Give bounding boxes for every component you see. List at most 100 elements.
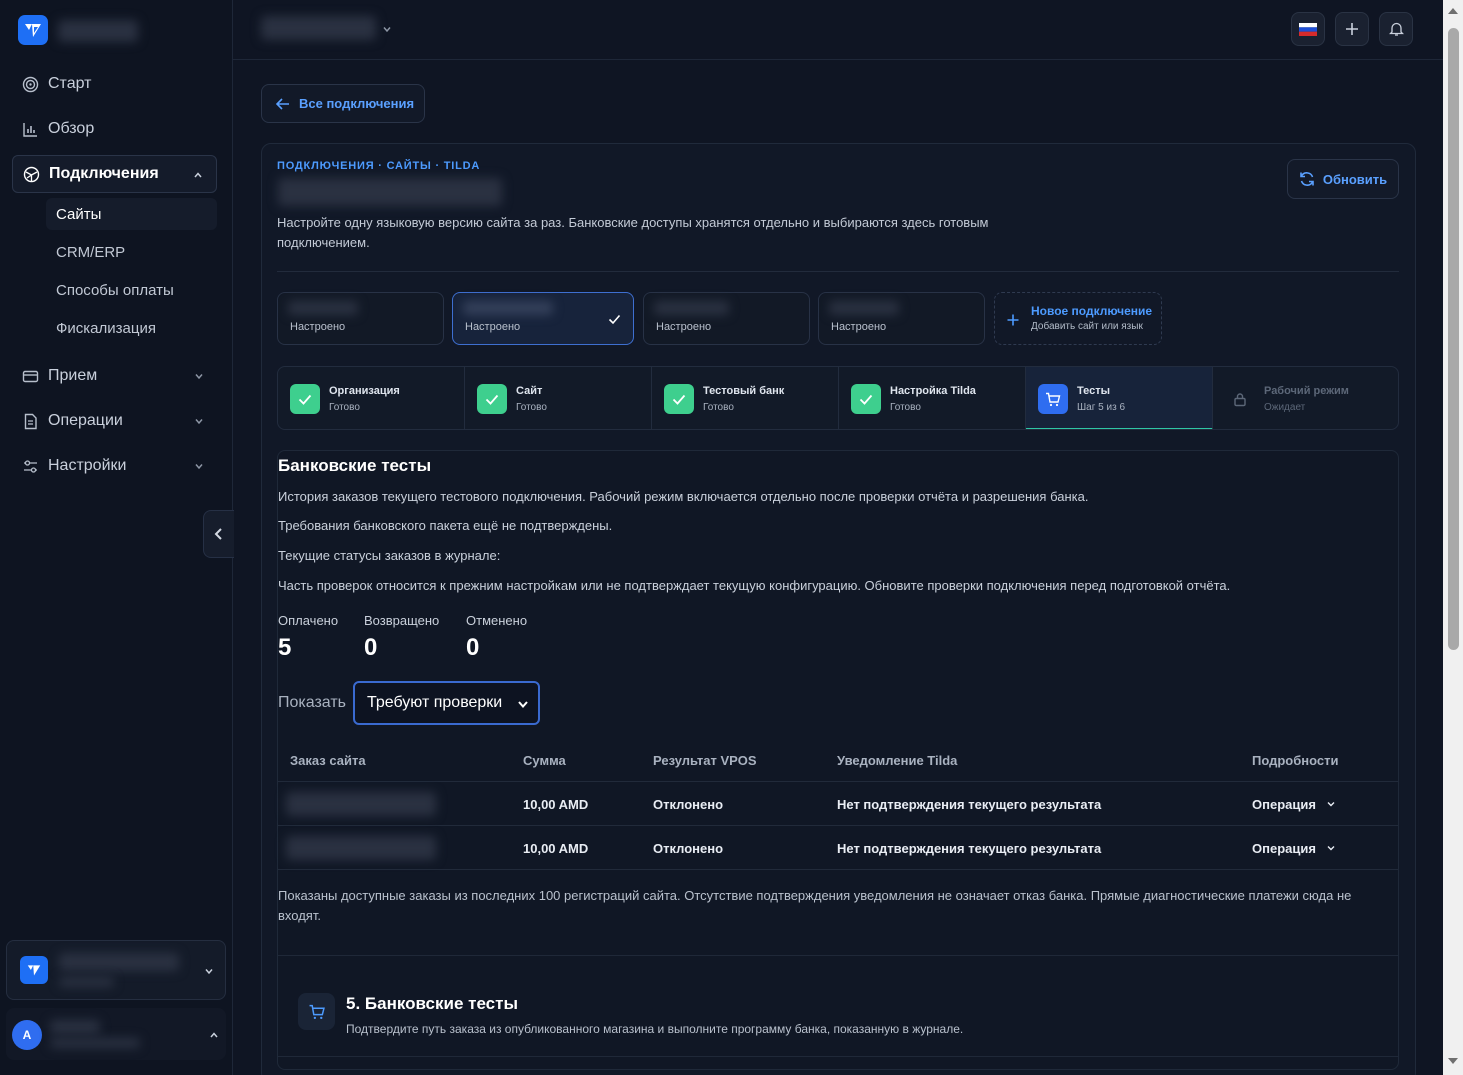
step-title: Организация xyxy=(329,385,400,397)
sidebar-item-fiscalization[interactable]: Фискализация xyxy=(46,312,217,344)
lock-icon xyxy=(1225,384,1255,414)
new-connection-button[interactable]: Новое подключение Добавить сайт или язык xyxy=(994,292,1162,345)
nav-settings[interactable]: Настройки xyxy=(12,447,217,485)
divider xyxy=(278,955,1398,956)
column-header: Результат VPOS xyxy=(653,753,757,768)
nav-start[interactable]: Старт xyxy=(12,65,217,103)
refresh-label: Обновить xyxy=(1322,171,1388,187)
nav-acceptance[interactable]: Прием xyxy=(12,357,217,395)
logo-icon xyxy=(25,24,41,37)
divider xyxy=(278,1056,1398,1057)
section-paragraph: Часть проверок относится к прежним настр… xyxy=(278,578,1231,593)
scroll-down-icon[interactable] xyxy=(1443,1054,1463,1068)
network-icon xyxy=(22,165,40,183)
add-button[interactable] xyxy=(1335,12,1369,46)
arrow-left-icon xyxy=(276,97,289,110)
divider xyxy=(277,271,1399,272)
step-status: Готово xyxy=(516,402,547,413)
step-title: Тестовый банк xyxy=(703,385,785,397)
table-row: 10,00 AMD Отклонено Нет подтверждения те… xyxy=(278,781,1398,825)
notifications-button[interactable] xyxy=(1379,12,1413,46)
sidebar-collapse-button[interactable] xyxy=(203,510,234,558)
sidebar-item-crm[interactable]: CRM/ERP xyxy=(46,236,217,268)
details-toggle[interactable]: Операция xyxy=(1252,841,1336,856)
step-organization[interactable]: Организация Готово xyxy=(278,367,465,429)
flag-ru-icon xyxy=(1299,22,1317,36)
connection-name-redacted xyxy=(288,301,358,315)
chevron-down-icon xyxy=(516,697,530,716)
plus-icon xyxy=(1007,313,1019,331)
nav-connections-label: Подключения xyxy=(49,165,159,182)
chevron-down-icon xyxy=(203,964,215,982)
amount-cell: 10,00 AMD xyxy=(523,797,589,812)
stat-refunded-value: 0 xyxy=(364,634,378,661)
language-button[interactable] xyxy=(1291,12,1325,46)
connection-card-selected[interactable]: Настроено xyxy=(452,292,634,345)
target-icon xyxy=(21,75,39,93)
page-scrollbar[interactable] xyxy=(1443,0,1463,1075)
filter-selected-value: Требуют проверки xyxy=(367,694,503,711)
filter-select[interactable]: Требуют проверки xyxy=(353,681,540,725)
step-title: Сайт xyxy=(516,385,543,397)
step-tilda-setup[interactable]: Настройка Tilda Готово xyxy=(839,367,1026,429)
refresh-icon xyxy=(1300,172,1314,186)
sliders-icon xyxy=(21,457,39,475)
plus-icon xyxy=(1346,23,1358,35)
connection-card[interactable]: Настроено xyxy=(643,292,810,345)
connection-card[interactable]: Настроено xyxy=(818,292,985,345)
user-email-redacted xyxy=(50,1038,140,1048)
chevron-down-icon xyxy=(193,414,205,432)
chevron-down-icon xyxy=(193,369,205,387)
account-sub-redacted xyxy=(59,977,114,987)
step-status: Ожидает xyxy=(1264,402,1306,413)
sidebar-item-payment-methods[interactable]: Способы оплаты xyxy=(46,274,217,306)
amount-cell: 10,00 AMD xyxy=(523,841,589,856)
sidebar-item-sites[interactable]: Сайты xyxy=(46,198,217,230)
check-icon xyxy=(851,384,881,414)
column-header: Заказ сайта xyxy=(290,753,366,768)
table-footnote: Показаны доступные заказы из последних 1… xyxy=(278,888,1352,923)
account-switcher[interactable] xyxy=(6,940,226,1000)
step-site[interactable]: Сайт Готово xyxy=(465,367,652,429)
section-paragraph: Текущие статусы заказов в журнале: xyxy=(278,548,501,563)
connection-name-redacted xyxy=(463,301,553,315)
user-menu[interactable]: A xyxy=(6,1008,226,1060)
step-tests[interactable]: Тесты Шаг 5 из 6 xyxy=(1026,367,1213,429)
nav-operations-label: Операции xyxy=(48,412,123,429)
scroll-thumb[interactable] xyxy=(1448,28,1459,650)
account-logo-icon xyxy=(20,956,48,984)
stat-cancelled-label: Отменено xyxy=(466,613,528,628)
tilda-notification-cell: Нет подтверждения текущего результата xyxy=(837,841,1102,856)
column-header: Подробности xyxy=(1252,753,1339,768)
scroll-up-icon[interactable] xyxy=(1443,4,1463,18)
chevron-down-icon[interactable] xyxy=(381,22,393,40)
check-icon xyxy=(477,384,507,414)
page-description: Настройте одну языковую версию сайта за … xyxy=(277,215,989,250)
refresh-button[interactable]: Обновить xyxy=(1287,159,1399,199)
step-status: Готово xyxy=(329,402,360,413)
project-selector-redacted[interactable] xyxy=(261,16,376,40)
nav-connections[interactable]: Подключения xyxy=(12,155,217,193)
breadcrumb: ПОДКЛЮЧЕНИЯ · САЙТЫ · TILDA xyxy=(277,160,481,172)
app-logo[interactable] xyxy=(18,15,48,45)
nav-overview[interactable]: Обзор xyxy=(12,110,217,148)
chevron-up-icon xyxy=(208,1028,220,1046)
details-toggle[interactable]: Операция xyxy=(1252,797,1336,812)
step-title: Настройка Tilda xyxy=(890,385,976,397)
user-name-redacted xyxy=(50,1020,100,1034)
nav-operations[interactable]: Операции xyxy=(12,402,217,440)
connection-card[interactable]: Настроено xyxy=(277,292,444,345)
details-label: Операция xyxy=(1252,797,1316,812)
order-id-redacted xyxy=(286,792,436,816)
cart-icon xyxy=(1038,384,1068,414)
top-bar xyxy=(233,0,1443,60)
back-to-connections-button[interactable]: Все подключения xyxy=(261,84,425,123)
column-header: Сумма xyxy=(523,753,566,768)
nav-settings-label: Настройки xyxy=(48,457,127,474)
page-title-redacted xyxy=(278,178,502,206)
step-title: Тесты xyxy=(1077,385,1111,397)
check-icon xyxy=(290,384,320,414)
step-test-bank[interactable]: Тестовый банк Готово xyxy=(652,367,839,429)
chevron-down-icon xyxy=(1327,846,1335,851)
step-title: Рабочий режим xyxy=(1264,385,1349,397)
